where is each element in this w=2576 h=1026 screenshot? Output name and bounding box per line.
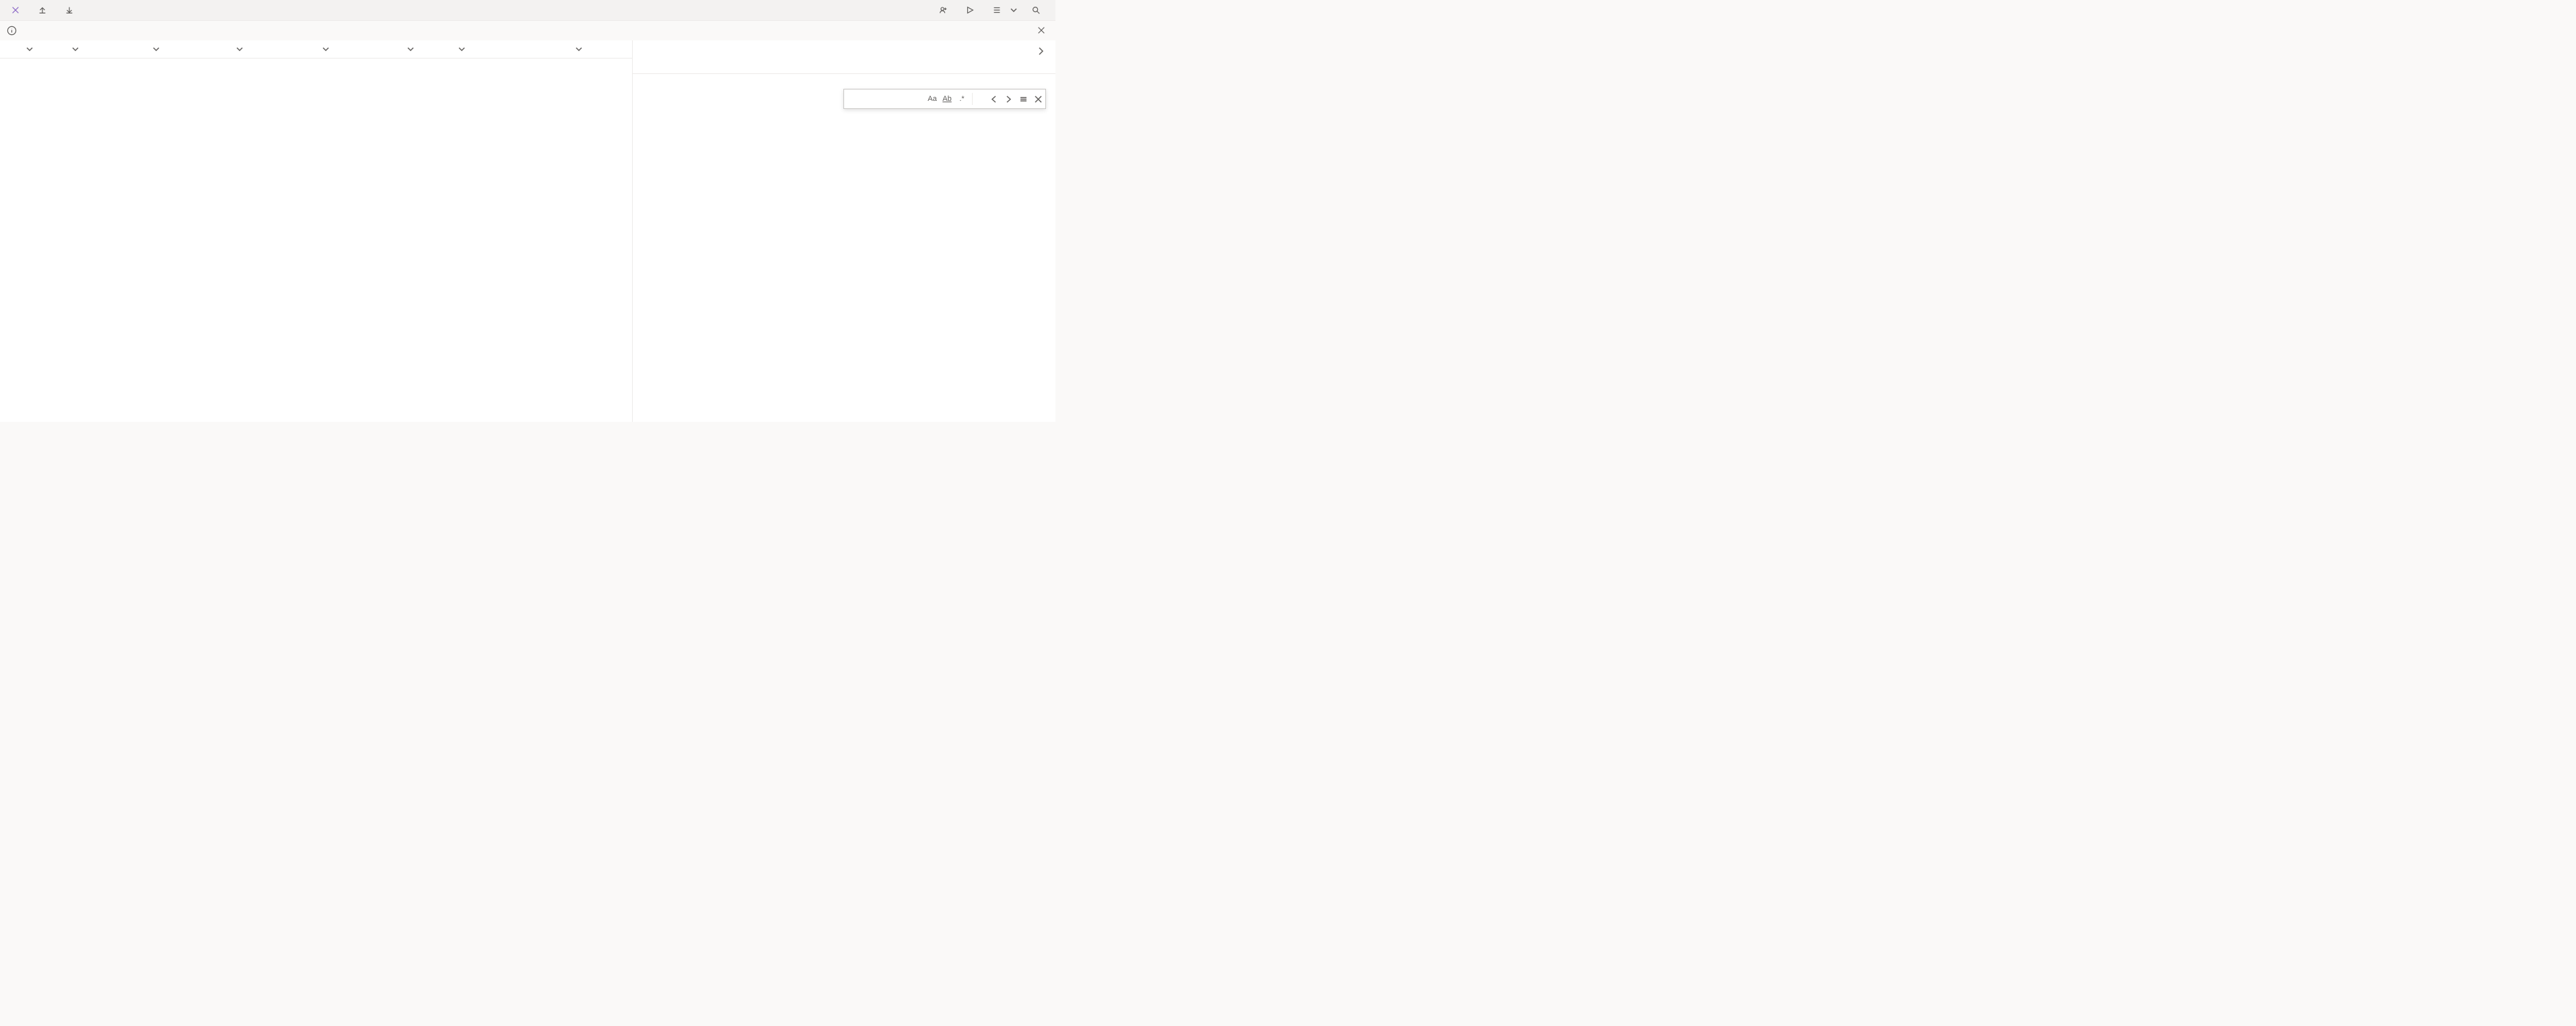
session-close-button[interactable] xyxy=(1037,26,1046,37)
upload-button[interactable] xyxy=(32,3,57,17)
download-icon xyxy=(65,5,74,15)
find-prev-button[interactable] xyxy=(986,89,1001,108)
col-time[interactable] xyxy=(62,45,143,53)
match-case-button[interactable]: Aa xyxy=(925,89,940,108)
invite-button[interactable] xyxy=(933,3,957,17)
col-result[interactable] xyxy=(312,45,397,53)
upload-icon xyxy=(38,5,47,15)
compact-list-button[interactable] xyxy=(987,3,1023,17)
person-add-icon xyxy=(938,5,948,15)
find-bar: Aa Ab .* xyxy=(843,89,1046,109)
detail-pane: Aa Ab .* xyxy=(633,40,1055,422)
expand-pane-button[interactable] xyxy=(1035,46,1046,59)
info-icon xyxy=(7,26,17,36)
json-viewer[interactable] xyxy=(633,74,1055,422)
chevron-down-icon xyxy=(236,45,244,53)
col-category[interactable] xyxy=(143,45,226,53)
col-status[interactable] xyxy=(448,45,509,53)
col-id[interactable] xyxy=(16,45,62,53)
close-icon xyxy=(1037,26,1046,35)
find-next-button[interactable] xyxy=(1001,89,1016,108)
events-grid[interactable] xyxy=(0,40,632,422)
chevron-down-icon xyxy=(1010,6,1018,14)
download-button[interactable] xyxy=(59,3,83,17)
chevron-down-icon xyxy=(407,45,415,53)
chevron-down-icon xyxy=(575,45,583,53)
regex-button[interactable]: .* xyxy=(954,89,969,108)
chevron-down-icon xyxy=(458,45,466,53)
play-icon xyxy=(965,5,975,15)
events-grid-pane xyxy=(0,40,633,422)
filter-button[interactable] xyxy=(1026,3,1050,17)
find-selection-button[interactable] xyxy=(1016,89,1031,108)
list-icon xyxy=(992,5,1002,15)
clear-data-button[interactable] xyxy=(5,3,30,17)
col-duration[interactable] xyxy=(509,45,588,53)
chevron-down-icon xyxy=(152,45,160,53)
search-icon xyxy=(1031,5,1041,15)
col-resultinfo[interactable] xyxy=(397,45,448,53)
match-whole-word-button[interactable]: Ab xyxy=(940,89,954,108)
play-app-button[interactable] xyxy=(960,3,984,17)
col-operation[interactable] xyxy=(226,45,312,53)
chevron-down-icon xyxy=(322,45,330,53)
find-input[interactable] xyxy=(844,94,925,104)
session-bar xyxy=(0,20,1055,40)
find-close-button[interactable] xyxy=(1031,89,1045,108)
close-icon xyxy=(11,5,20,15)
chevron-down-icon xyxy=(71,45,79,53)
detail-tabs xyxy=(633,61,1055,74)
chevron-down-icon xyxy=(26,45,34,53)
top-toolbar xyxy=(0,0,1055,20)
grid-header-row xyxy=(0,40,632,59)
